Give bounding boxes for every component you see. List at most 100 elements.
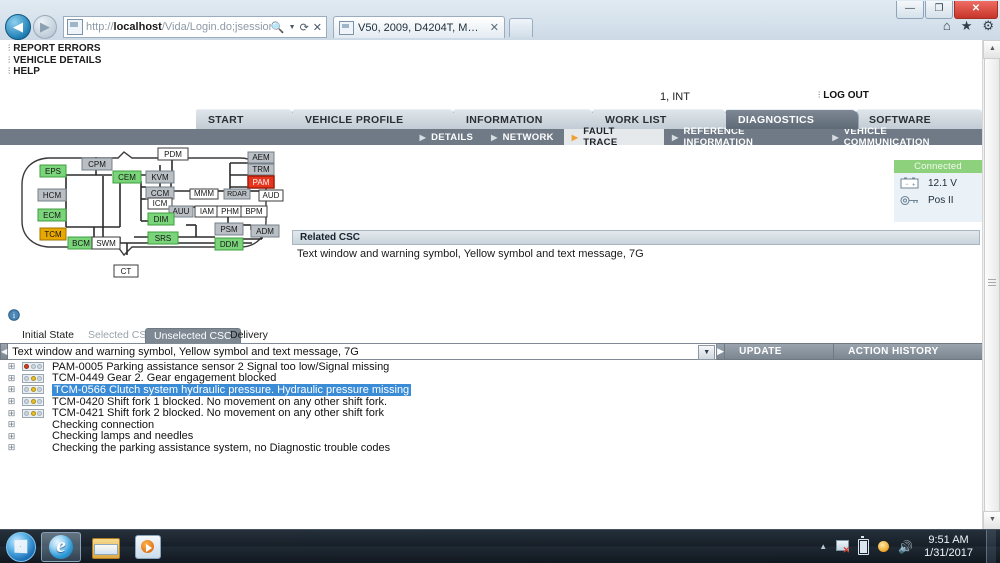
subtab-fault-trace[interactable]: ▶ FAULT TRACE bbox=[563, 126, 665, 148]
network-node-swm[interactable]: SWM bbox=[91, 236, 121, 250]
network-node-trm[interactable]: TRM bbox=[247, 163, 275, 176]
update-button[interactable]: UPDATE bbox=[725, 343, 835, 360]
fault-trace-row[interactable]: ⊞ TCM-0420 Shift fork 1 blocked. No movem… bbox=[0, 396, 983, 408]
battery-icon[interactable] bbox=[858, 536, 870, 555]
network-node-icm[interactable]: ICM bbox=[147, 197, 173, 210]
expand-icon[interactable]: ⊞ bbox=[7, 385, 16, 394]
network-node-srs[interactable]: SRS bbox=[147, 231, 179, 245]
fault-trace-row[interactable]: ⊞ TCM-0421 Shift fork 2 blocked. No movem… bbox=[0, 407, 983, 419]
previous-button[interactable]: ◀ bbox=[0, 343, 9, 360]
network-node-tcm[interactable]: TCM bbox=[39, 227, 67, 241]
expand-icon[interactable]: ⊞ bbox=[7, 397, 16, 406]
vehicle-details-link[interactable]: ⫶ VEHICLE DETAILS bbox=[8, 55, 101, 67]
gear-icon[interactable]: ⚙ bbox=[982, 18, 994, 34]
close-tab-icon[interactable]: ✕ bbox=[490, 21, 499, 34]
fault-trace-row[interactable]: ⊞ TCM-0449 Gear 2. Gear engagement blocke… bbox=[0, 372, 983, 384]
network-node-hcm[interactable]: HCM bbox=[37, 188, 67, 202]
forward-button[interactable]: ▶ bbox=[33, 15, 57, 39]
network-node-dim[interactable]: DIM bbox=[147, 212, 175, 226]
sun-icon[interactable] bbox=[878, 541, 890, 552]
network-node-aud[interactable]: AUD bbox=[258, 189, 284, 202]
flag-alert-icon[interactable] bbox=[836, 540, 850, 556]
speaker-icon[interactable]: 🔊 bbox=[898, 541, 913, 553]
fault-trace-list[interactable]: ⊞ PAM-0005 Parking assistance sensor 2 Si… bbox=[0, 361, 983, 530]
report-errors-link[interactable]: ⫶ REPORT ERRORS bbox=[8, 43, 101, 55]
network-node-bpm[interactable]: BPM bbox=[240, 205, 268, 218]
help-link[interactable]: ⫶ HELP bbox=[8, 66, 101, 78]
info-icon[interactable]: i bbox=[8, 309, 20, 321]
taskbar-media-player[interactable] bbox=[129, 533, 167, 561]
taskbar-internet-explorer[interactable] bbox=[41, 531, 81, 562]
chevron-up-icon[interactable]: ▲ bbox=[819, 542, 827, 551]
scrollbar-thumb[interactable] bbox=[984, 58, 1000, 512]
show-desktop-button[interactable] bbox=[986, 530, 996, 563]
network-node-ddm[interactable]: DDM bbox=[214, 237, 244, 251]
network-node-aem[interactable]: AEM bbox=[247, 151, 275, 164]
subtab-reference-information[interactable]: ▶ REFERENCE INFORMATION bbox=[664, 126, 824, 148]
star-icon[interactable]: ★ bbox=[961, 18, 973, 34]
status-lamp-red bbox=[24, 364, 29, 370]
network-node-kvm[interactable]: KVM bbox=[145, 170, 175, 184]
network-node-phm[interactable]: PHM bbox=[216, 205, 244, 218]
subtab-network[interactable]: ▶ NETWORK bbox=[483, 129, 564, 145]
fault-trace-row[interactable]: ⊞ TCM-0566 Clutch system hydraulic pressu… bbox=[0, 383, 983, 396]
fault-trace-row[interactable]: ⊞ Checking lamps and needles bbox=[0, 430, 983, 442]
expand-icon[interactable]: ⊞ bbox=[7, 443, 16, 452]
fault-trace-row[interactable]: ⊞ PAM-0005 Parking assistance sensor 2 Si… bbox=[0, 361, 983, 373]
search-icon[interactable]: 🔍 bbox=[271, 21, 285, 34]
filter-combobox[interactable]: ▼ bbox=[8, 343, 718, 360]
tab-start[interactable]: START bbox=[196, 109, 295, 129]
chevron-down-icon[interactable]: ▼ bbox=[698, 345, 716, 360]
status-lamp-yel bbox=[30, 375, 36, 381]
address-bar[interactable]: http://localhost/Vida/Login.do;jsessioni… bbox=[63, 16, 327, 38]
expand-icon[interactable]: ⊞ bbox=[7, 373, 16, 383]
network-node-rdar[interactable]: RDAR bbox=[223, 188, 251, 200]
refresh-icon[interactable]: ⟳ bbox=[300, 21, 309, 34]
scroll-down-arrow[interactable]: ▼ bbox=[983, 511, 1000, 530]
clock-time: 9:51 AM bbox=[928, 533, 969, 546]
page-scrollbar[interactable]: ▲ ▼ bbox=[982, 40, 1000, 530]
expand-icon[interactable]: ⊞ bbox=[7, 420, 16, 429]
expand-icon[interactable]: ⊞ bbox=[7, 431, 16, 441]
next-button[interactable]: ▶ bbox=[717, 343, 726, 360]
network-node-bcm[interactable]: BCM bbox=[67, 236, 95, 250]
subtab-details[interactable]: ▶ DETAILS bbox=[412, 129, 484, 145]
tab-information[interactable]: INFORMATION bbox=[454, 109, 595, 129]
new-tab-button[interactable] bbox=[509, 17, 533, 37]
scroll-up-arrow[interactable]: ▲ bbox=[983, 40, 1000, 59]
tab-delivery[interactable]: Delivery bbox=[222, 328, 276, 343]
logout-link[interactable]: ⫶ LOG OUT bbox=[818, 90, 869, 101]
action-history-button[interactable]: ACTION HISTORY bbox=[834, 343, 984, 360]
fault-trace-row[interactable]: ⊞ Checking connection bbox=[0, 419, 983, 431]
fault-trace-row-label: TCM-0566 Clutch system hydraulic pressur… bbox=[52, 383, 412, 396]
network-node-mmm[interactable]: MMM bbox=[189, 188, 219, 200]
network-node-pdm[interactable]: PDM bbox=[157, 147, 189, 161]
network-node-cpm[interactable]: CPM bbox=[81, 157, 113, 171]
network-node-cem[interactable]: CEM bbox=[112, 170, 142, 184]
network-node-psm[interactable]: PSM bbox=[214, 222, 244, 236]
windows-start-icon[interactable] bbox=[6, 531, 36, 562]
chevron-down-icon[interactable]: ▼ bbox=[289, 24, 296, 31]
subtab-vehicle-communication[interactable]: ▶ VEHICLE COMMUNICATION bbox=[824, 126, 983, 148]
taskbar-file-explorer[interactable] bbox=[86, 533, 124, 561]
expand-icon[interactable]: ⊞ bbox=[7, 362, 16, 371]
network-node-ecm[interactable]: ECM bbox=[37, 208, 67, 222]
taskbar-clock[interactable]: 9:51 AM 1/31/2017 bbox=[922, 534, 977, 560]
stop-icon[interactable]: ✕ bbox=[313, 21, 322, 34]
fault-trace-row[interactable]: ⊞ Checking the parking assistance system,… bbox=[0, 442, 983, 454]
network-node-ct[interactable]: CT bbox=[113, 264, 139, 278]
tab-diagnostics[interactable]: DIAGNOSTICS bbox=[726, 109, 859, 129]
vehicle-network-diagram[interactable]: PDM CPM EPS CEM KVM AEM TRM PAM HCM CCM MMM RDAR AUD… bbox=[0, 145, 286, 323]
home-icon[interactable]: ⌂ bbox=[943, 18, 951, 34]
network-node-eps[interactable]: EPS bbox=[39, 164, 67, 178]
tab-vehicle-profile[interactable]: VEHICLE PROFILE bbox=[293, 109, 456, 129]
expand-icon[interactable]: ⊞ bbox=[7, 408, 16, 418]
filter-input[interactable] bbox=[8, 344, 701, 359]
back-button[interactable]: ◀ bbox=[5, 14, 31, 40]
network-node-ccm[interactable]: CCM bbox=[145, 186, 175, 200]
network-node-pam[interactable]: PAM bbox=[247, 175, 275, 189]
network-node-iam[interactable]: IAM bbox=[194, 205, 220, 218]
browser-tab[interactable]: V50, 2009, D4204T, MPS6, L... ✕ bbox=[333, 16, 505, 38]
network-node-adm[interactable]: ADM bbox=[250, 224, 280, 238]
tab-initial-state[interactable]: Initial State bbox=[14, 328, 82, 343]
